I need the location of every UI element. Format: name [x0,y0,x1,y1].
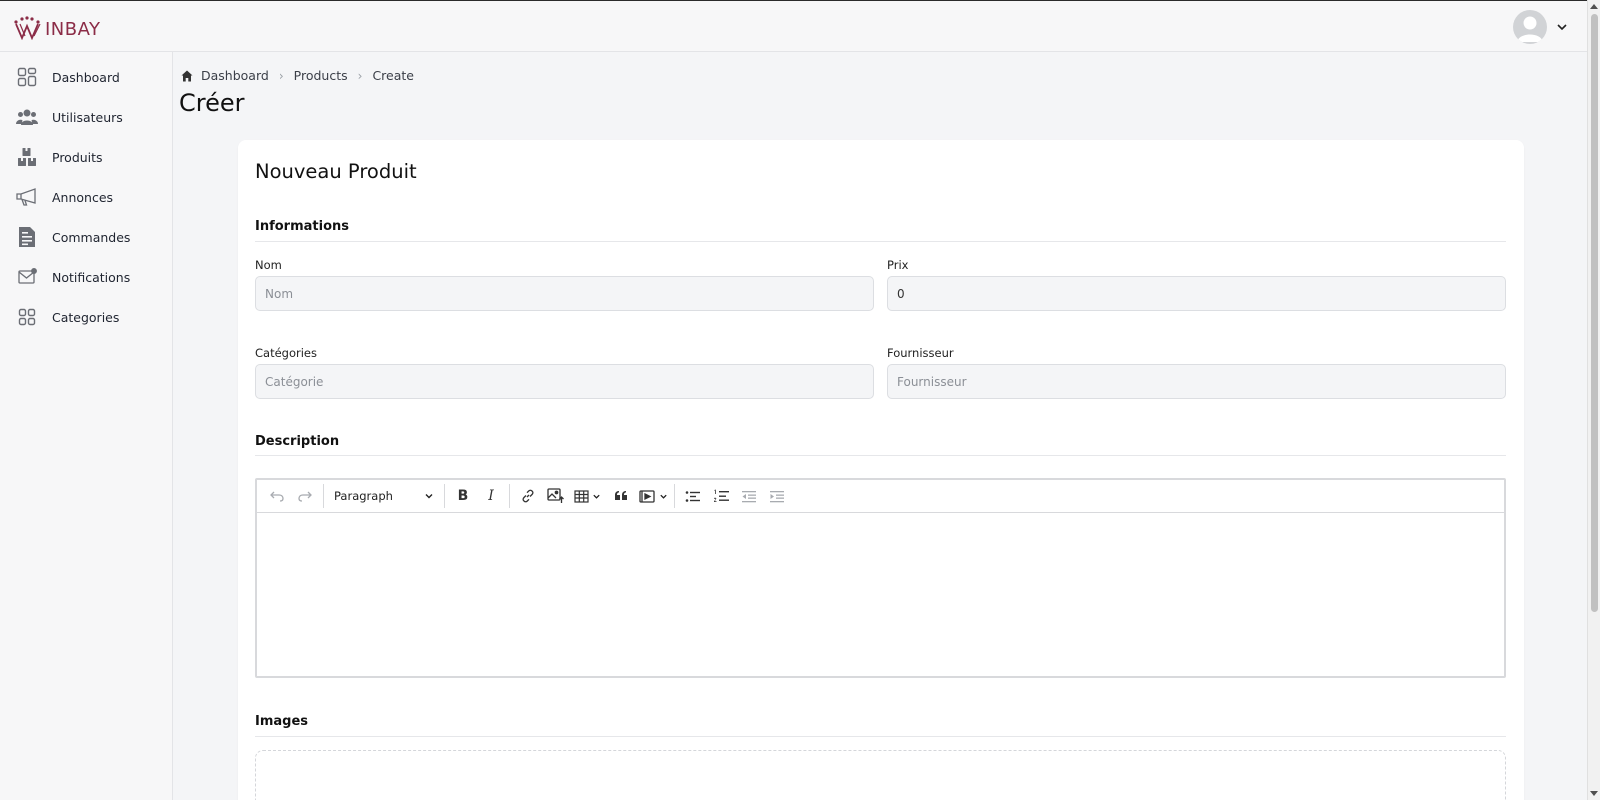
toolbar-separator [509,484,510,508]
quote-icon [615,491,627,500]
document-icon [16,226,38,248]
prix-input[interactable] [887,276,1506,311]
rich-text-editor: Paragraph B I [255,478,1506,678]
sidebar-item-categories[interactable]: Categories [0,299,172,335]
brand-logo[interactable]: INBAY [14,14,101,40]
link-icon [522,489,534,503]
editor-toolbar: Paragraph B I [257,480,1504,513]
sidebar-item-commandes[interactable]: Commandes [0,219,172,255]
home-icon[interactable] [181,70,193,82]
breadcrumb-products-link[interactable]: Products [294,68,348,83]
scroll-thumb[interactable] [1591,14,1598,612]
chevron-down-icon [660,494,667,499]
sidebar: Dashboard Utilisateurs Produits Annonces [0,52,173,800]
chevron-right-icon: › [278,68,284,83]
breadcrumb-dashboard-link[interactable]: Dashboard [201,68,269,83]
mail-notification-icon [16,266,38,288]
product-form-card: Nouveau Produit Informations Nom Prix Ca… [238,140,1524,800]
breadcrumb: Dashboard › Products › Create [181,68,414,83]
fournisseur-label: Fournisseur [887,346,954,360]
section-divider [255,455,1506,456]
chevron-down-icon [593,494,600,499]
nom-label: Nom [255,258,282,272]
page-scrollbar[interactable] [1587,0,1600,800]
section-divider [255,241,1506,242]
table-icon [573,489,589,503]
images-section-title: Images [255,714,309,729]
insert-table-button[interactable] [570,483,607,509]
link-button[interactable] [514,483,542,509]
fournisseur-input[interactable] [887,364,1506,399]
categories-label: Catégories [255,346,317,360]
bold-button[interactable]: B [449,483,477,509]
image-upload-icon [547,488,564,503]
sidebar-item-utilisateurs[interactable]: Utilisateurs [0,99,172,135]
toolbar-separator [323,484,324,508]
heading-select[interactable]: Paragraph [328,483,440,509]
categories-input[interactable] [255,364,874,399]
italic-icon: I [488,488,494,504]
sidebar-item-label: Commandes [52,229,131,245]
nom-input[interactable] [255,276,874,311]
informations-section-title: Informations [255,219,350,234]
megaphone-icon [16,186,38,208]
user-avatar-icon[interactable] [1513,10,1547,44]
sidebar-item-produits[interactable]: Produits [0,139,172,175]
users-icon [16,106,38,128]
indent-icon [770,490,784,502]
toolbar-separator [444,484,445,508]
numbered-list-button[interactable] [707,483,735,509]
sidebar-item-label: Annonces [52,189,114,205]
sidebar-item-notifications[interactable]: Notifications [0,259,172,295]
top-bar: INBAY [0,0,1587,52]
sidebar-item-label: Categories [52,309,120,325]
breadcrumb-current: Create [372,68,414,83]
blockquote-button[interactable] [607,483,635,509]
redo-icon [298,491,312,502]
categories-grid-icon [16,306,38,328]
boxes-icon [16,146,38,168]
undo-icon [270,491,284,502]
sidebar-item-label: Produits [52,149,103,165]
scroll-down-arrow-icon[interactable] [1590,791,1598,796]
sidebar-item-annonces[interactable]: Annonces [0,179,172,215]
insert-image-button[interactable] [542,483,570,509]
numbered-list-icon [713,489,729,502]
outdent-icon [742,490,756,502]
insert-media-button[interactable] [635,483,670,509]
editor-content-area[interactable] [257,513,1504,676]
user-menu[interactable] [1513,10,1569,44]
dashboard-grid-icon [16,66,38,88]
scroll-up-arrow-icon[interactable] [1590,4,1598,9]
redo-button[interactable] [291,483,319,509]
form-title: Nouveau Produit [255,160,417,183]
prix-label: Prix [887,258,909,272]
undo-button[interactable] [263,483,291,509]
sidebar-item-label: Notifications [52,269,131,285]
toolbar-separator [674,484,675,508]
outdent-button[interactable] [735,483,763,509]
bulleted-list-icon [685,490,700,502]
section-divider [255,736,1506,737]
heading-select-value: Paragraph [334,489,393,503]
sidebar-item-label: Utilisateurs [52,109,123,125]
description-section-title: Description [255,434,340,449]
media-embed-icon [639,489,655,503]
brand-name: INBAY [45,19,101,40]
page-title: Créer [179,89,245,117]
bulleted-list-button[interactable] [679,483,707,509]
italic-button[interactable]: I [477,483,505,509]
crown-w-logo-icon [14,16,41,40]
chevron-right-icon: › [357,68,363,83]
bold-icon: B [457,488,469,504]
sidebar-item-dashboard[interactable]: Dashboard [0,59,172,95]
indent-button[interactable] [763,483,791,509]
chevron-down-icon[interactable] [1555,20,1569,34]
image-dropzone[interactable] [255,750,1506,800]
sidebar-item-label: Dashboard [52,69,120,85]
chevron-down-icon [425,494,433,499]
